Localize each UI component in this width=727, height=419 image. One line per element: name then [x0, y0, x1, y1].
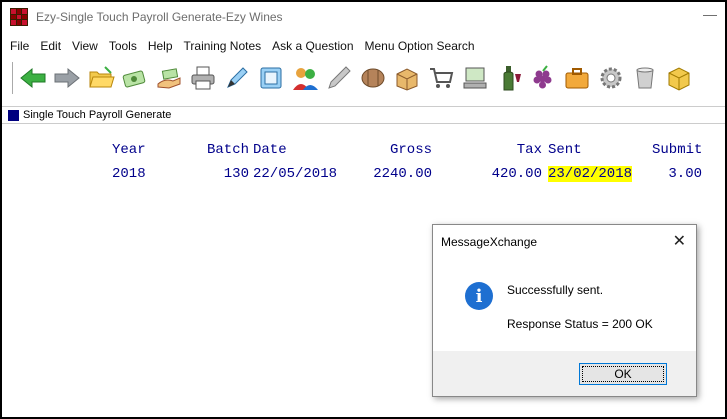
menu-option-search[interactable]: Menu Option Search: [365, 39, 475, 53]
people-icon[interactable]: [289, 61, 320, 95]
title-bar[interactable]: Ezy-Single Touch Payroll Generate-Ezy Wi…: [2, 2, 725, 32]
header-tax: Tax: [516, 142, 542, 158]
grapes-icon[interactable]: [527, 61, 558, 95]
header-batch: Batch: [206, 142, 249, 158]
header-submit: Submit: [652, 142, 703, 158]
menu-help[interactable]: Help: [148, 39, 173, 53]
info-icon: i: [465, 282, 493, 310]
menu-ask-a-question[interactable]: Ask a Question: [272, 39, 353, 53]
forward-arrow-icon[interactable]: [51, 61, 82, 95]
back-arrow-icon[interactable]: [17, 61, 48, 95]
bucket-icon[interactable]: [629, 61, 660, 95]
menu-bar: File Edit View Tools Help Training Notes…: [2, 36, 486, 56]
ok-button[interactable]: OK: [579, 363, 667, 385]
header-date: Date: [253, 142, 287, 158]
cube-icon[interactable]: [663, 61, 694, 95]
toolbar: [10, 58, 722, 98]
cell-date: 22/05/2018: [253, 166, 338, 182]
cart-icon[interactable]: [425, 61, 456, 95]
cell-sent: 23/02/2018: [548, 166, 633, 182]
dialog-message: Successfully sent.: [507, 283, 604, 297]
cell-gross: 2240.00: [373, 166, 432, 182]
close-icon[interactable]: ✕: [673, 231, 686, 251]
cell-batch: 130: [223, 166, 249, 182]
header-gross: Gross: [389, 142, 432, 158]
hand-money-icon[interactable]: [153, 61, 184, 95]
window-title: Ezy-Single Touch Payroll Generate-Ezy Wi…: [36, 10, 283, 24]
folder-open-icon[interactable]: [85, 61, 116, 95]
app-logo-icon: [10, 8, 28, 26]
money-icon[interactable]: [119, 61, 150, 95]
barrel-icon[interactable]: [357, 61, 388, 95]
app-window: Ezy-Single Touch Payroll Generate-Ezy Wi…: [0, 0, 727, 419]
form-title: Single Touch Payroll Generate: [23, 109, 172, 121]
settings-gear-icon[interactable]: [595, 61, 626, 95]
pencil-icon[interactable]: [323, 61, 354, 95]
computer-icon[interactable]: [459, 61, 490, 95]
toolbar-divider: [12, 62, 13, 94]
pen-icon[interactable]: [221, 61, 252, 95]
menu-tools[interactable]: Tools: [109, 39, 137, 53]
cell-year: 2018: [112, 166, 146, 182]
menu-training-notes[interactable]: Training Notes: [184, 39, 262, 53]
calculator-icon[interactable]: [255, 61, 286, 95]
wine-bottle-icon[interactable]: [493, 61, 524, 95]
menu-edit[interactable]: Edit: [40, 39, 61, 53]
dialog-footer: OK: [433, 351, 696, 396]
header-sent: Sent: [548, 142, 582, 158]
menu-file[interactable]: File: [10, 39, 29, 53]
dialog-status: Response Status = 200 OK: [507, 317, 653, 331]
box-icon[interactable]: [391, 61, 422, 95]
form-header: Single Touch Payroll Generate: [2, 106, 725, 124]
form-icon: [8, 109, 19, 121]
briefcase-icon[interactable]: [561, 61, 592, 95]
cell-submit: 3.00: [668, 166, 702, 182]
header-year: Year: [112, 142, 146, 158]
printer-icon[interactable]: [187, 61, 218, 95]
menu-view[interactable]: View: [72, 39, 98, 53]
minimize-button[interactable]: —: [703, 6, 717, 22]
cell-tax: 420.00: [491, 166, 542, 182]
message-dialog: MessageXchange ✕ i Successfully sent. Re…: [432, 224, 697, 397]
dialog-title: MessageXchange: [441, 235, 538, 249]
